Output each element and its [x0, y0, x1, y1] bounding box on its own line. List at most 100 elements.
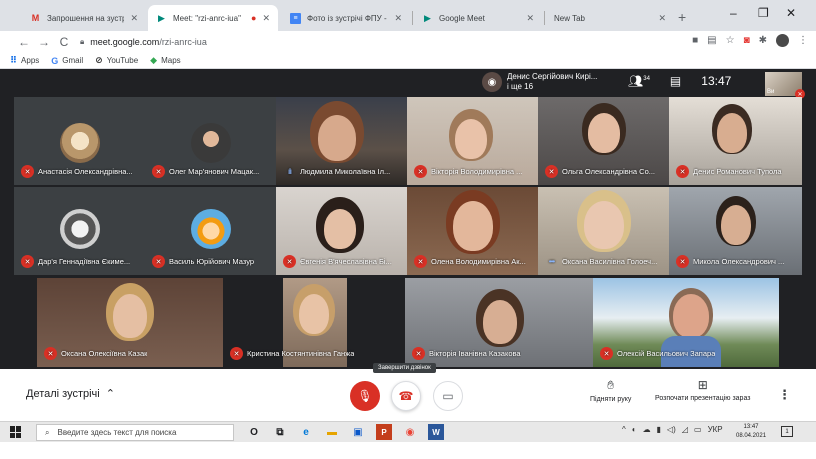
presenter-indicator[interactable]: ◉ Денис Сергійович Кирі... і ще 16 [482, 72, 597, 92]
raise-hand-button[interactable]: ✋︎ Підняти руку [590, 378, 631, 403]
windows-start-icon[interactable] [10, 426, 22, 438]
browser-toolbar: ← → C 🔒︎ meet.google.com/rzi-anrc-iua ■ … [0, 31, 816, 53]
window-close-icon[interactable]: ✕ [786, 6, 796, 20]
participant-tile[interactable]: ✕ Анастасія Олександрівна... [14, 97, 145, 185]
participant-tile[interactable]: ✕ Оксана Олексіївна Казак [37, 278, 223, 367]
more-options-icon[interactable]: ⋮ [778, 387, 791, 403]
edge-icon[interactable]: e [298, 424, 314, 440]
mic-off-icon: 🎙︎ [357, 389, 373, 403]
camera-permission-icon[interactable]: ■ [692, 35, 698, 46]
network-icon[interactable]: ◿ [682, 425, 688, 434]
participant-tile[interactable]: ılı Людмила Миколаївна Іл... [276, 97, 407, 185]
bookmark-youtube[interactable]: ⊘ YouTube [95, 55, 138, 66]
minimize-icon[interactable]: – [730, 6, 737, 20]
new-tab-plus-icon[interactable]: + [678, 9, 686, 25]
chrome-icon[interactable]: ◉ [402, 424, 418, 440]
tab-google-meet[interactable]: ▶ Google Meet ✕ [414, 5, 542, 31]
taskbar-search-box[interactable]: ⌕ Введите здесь текст для поиска [36, 424, 234, 441]
participant-tile[interactable]: ✕ Денис Романович Тупола [669, 97, 802, 185]
extensions-puzzle-icon[interactable]: ✱ [759, 35, 767, 46]
profile-avatar[interactable] [776, 34, 789, 47]
store-icon[interactable]: ▣ [350, 424, 366, 440]
word-icon[interactable]: W [428, 424, 444, 440]
microphone-toggle-button[interactable]: 🎙︎ [350, 381, 380, 411]
mic-off-icon: ✕ [414, 165, 427, 178]
participant-tile[interactable]: ✕ Микола Олександрович ... [669, 187, 802, 275]
participant-tile[interactable]: ✕ Євгенія В'ячеславівна Бі... [276, 187, 407, 275]
menu-dots-icon[interactable]: ⋮ [798, 35, 808, 46]
restore-icon[interactable]: ❐ [758, 6, 769, 20]
bookmark-star-icon[interactable]: ☆ [726, 35, 735, 46]
participant-tile[interactable]: ✕ Олег Мар'янович Мацак... [145, 97, 276, 185]
phone-hangup-icon: ☎︎ [398, 389, 414, 403]
participant-avatar [191, 209, 231, 249]
bookmark-gmail[interactable]: G Gmail [51, 56, 83, 66]
presenter-avatar: ◉ [482, 72, 502, 92]
mic-off-icon: ✕ [44, 347, 57, 360]
tab-meet[interactable]: ▶ Meet: "rzi-anrc-iua" ● ✕ [148, 5, 278, 31]
participant-tile[interactable]: ✕ Кристина Костянтинівна Ганжа [223, 278, 405, 367]
toolbar-right-icons: ■ ▤ ☆ ◙ ✱ ⋮ [692, 34, 808, 47]
participant-tile[interactable]: ✕ Олексій Васильович Запара [593, 278, 779, 367]
tab-photos-doc[interactable]: ≡ Фото із зустрічі ФПУ - Google ✕ [282, 5, 410, 31]
windows-taskbar: ⌕ Введите здесь текст для поиска O ⧉ e ▬… [0, 421, 816, 442]
close-tab-icon[interactable]: ✕ [394, 13, 402, 24]
back-arrow-icon[interactable]: ← [14, 35, 34, 49]
extension-icon[interactable]: ◙ [744, 35, 750, 46]
participant-tile[interactable]: ••• Оксана Василівна Голоеч... [538, 187, 669, 275]
volume-icon[interactable]: ◁) [667, 425, 676, 434]
participants-button[interactable]: 👥︎34 [628, 74, 650, 88]
close-tab-icon[interactable]: ✕ [658, 13, 666, 24]
self-view-tile[interactable]: Ви ✕ [765, 72, 805, 99]
recording-dot-icon: ● [251, 13, 257, 23]
cortana-icon[interactable]: O [246, 424, 262, 440]
close-tab-icon[interactable]: ✕ [526, 13, 534, 24]
file-explorer-icon[interactable]: ▬ [324, 424, 340, 440]
meeting-details-button[interactable]: Деталі зустрічі ⌃ [26, 387, 115, 401]
input-language[interactable]: УКР [708, 425, 723, 434]
hang-up-button[interactable]: ☎︎ [391, 381, 421, 411]
participant-tile[interactable]: ✕ Василь Юрійович Мазур [145, 187, 276, 275]
hangup-tooltip: Завершити дзвінок [373, 363, 436, 373]
close-tab-icon[interactable]: ✕ [262, 13, 270, 24]
participant-tile[interactable]: ✕ Вікторія Володимирівна ... [407, 97, 538, 185]
speaking-indicator-icon: ••• [548, 257, 555, 266]
bookmark-apps[interactable]: ⠿ Apps [10, 55, 39, 66]
present-screen-icon: ⊞ [697, 378, 708, 392]
mic-off-icon: ✕ [152, 255, 165, 268]
people-icon: 👥︎ [628, 74, 644, 88]
address-bar[interactable]: 🔒︎ meet.google.com/rzi-anrc-iua [80, 34, 680, 50]
close-tab-icon[interactable]: ✕ [130, 13, 138, 24]
keyboard-icon[interactable]: ▭ [694, 425, 702, 434]
google-docs-icon: ≡ [290, 12, 301, 24]
participant-avatar [60, 123, 100, 163]
notification-center-icon[interactable]: 1 [781, 426, 793, 437]
mic-off-icon: ✕ [21, 165, 34, 178]
translate-icon[interactable]: ▤ [707, 35, 716, 46]
cloud-icon[interactable]: ☁ [643, 425, 651, 434]
gmail-icon: M [31, 13, 40, 23]
powerpoint-icon[interactable]: P [376, 424, 392, 440]
forward-arrow-icon[interactable]: → [34, 35, 54, 49]
participant-tile[interactable]: ✕ Ольга Олександрівна Со... [538, 97, 669, 185]
usb-icon[interactable]: ▮ [657, 425, 661, 434]
lock-icon: 🔒︎ [80, 37, 85, 46]
chat-icon[interactable]: ▤ [670, 74, 681, 88]
present-now-button[interactable]: ⊞ Розпочати презентацію зараз [655, 378, 750, 402]
hand-icon: ✋︎ [607, 378, 615, 392]
taskbar-clock[interactable]: 13:47 08.04.2021 [736, 423, 766, 441]
bookmark-maps[interactable]: ◆ Maps [150, 55, 180, 66]
apps-grid-icon: ⠿ [10, 55, 18, 65]
tray-app-icon[interactable]: ◐ [632, 425, 637, 434]
meet-control-bar: Деталі зустрічі ⌃ Завершити дзвінок 🎙︎ ☎… [0, 363, 816, 421]
tab-new-tab[interactable]: New Tab ✕ [546, 5, 674, 31]
participant-tile[interactable]: ✕ Дар'я Геннадіївна Єкиме... [14, 187, 145, 275]
camera-toggle-button[interactable]: ▭ [433, 381, 463, 411]
google-meet-icon: ▶ [158, 12, 165, 23]
chevron-up-icon[interactable]: ^ [622, 425, 626, 434]
reload-icon[interactable]: C [54, 35, 74, 49]
participant-tile[interactable]: ✕ Вікторія Іванівна Казакова [405, 278, 593, 367]
task-view-icon[interactable]: ⧉ [272, 424, 288, 440]
tab-gmail-invite[interactable]: M Запрошення на зустріч "Зустр ✕ [22, 5, 146, 31]
participant-tile[interactable]: ✕ Олена Володимирівна Ак... [407, 187, 538, 275]
